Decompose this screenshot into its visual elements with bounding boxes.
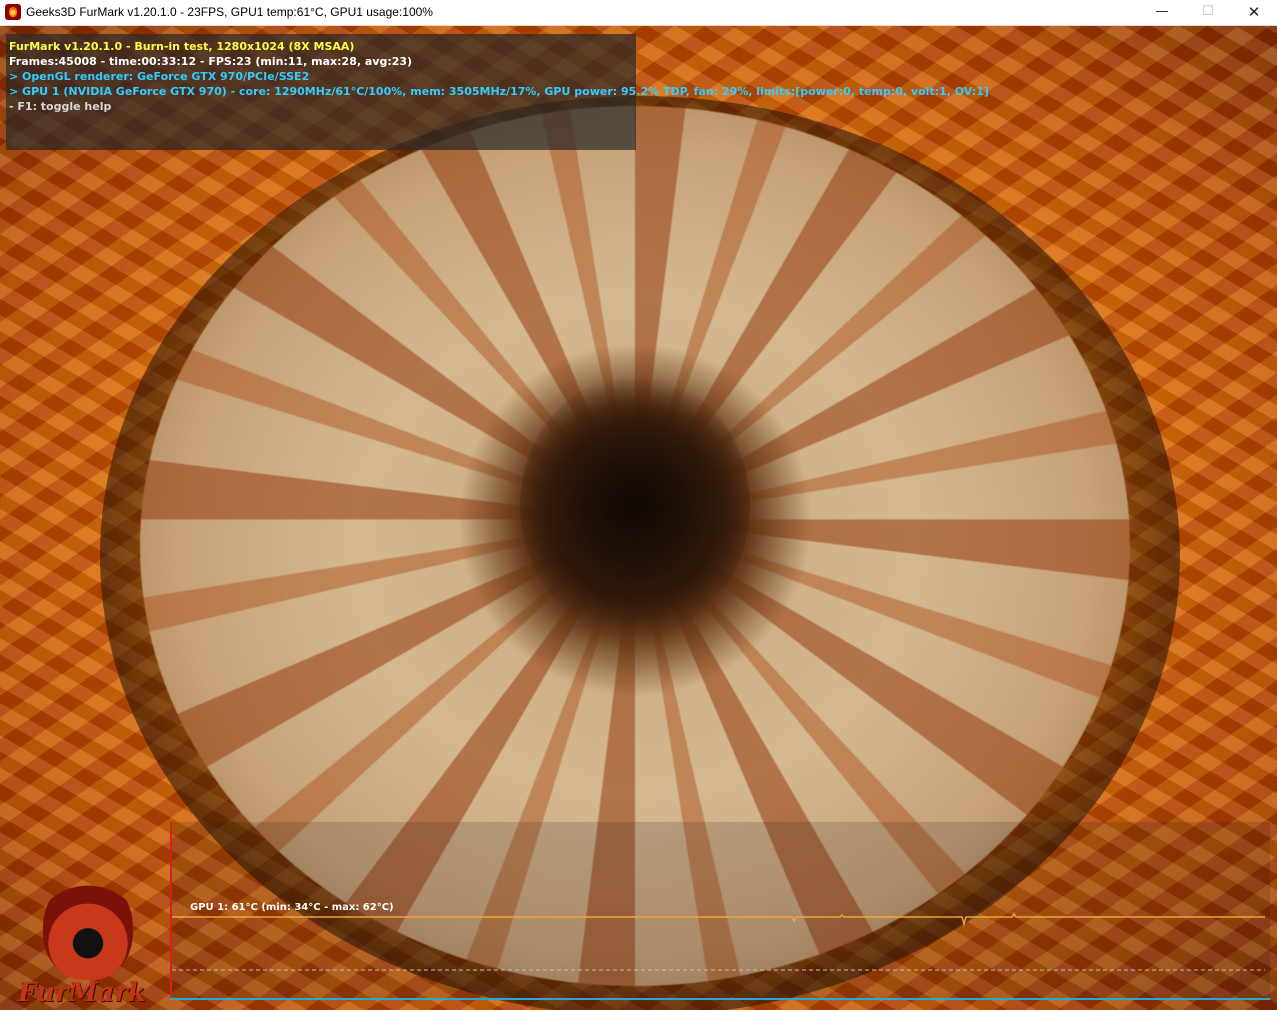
title-bar[interactable]: Geeks3D FurMark v1.20.1.0 - 23FPS, GPU1 … [0,0,1277,26]
furmark-window: Geeks3D FurMark v1.20.1.0 - 23FPS, GPU1 … [0,0,1277,1010]
osd-title-line: FurMark v1.20.1.0 - Burn-in test, 1280x1… [9,40,355,53]
minimize-button[interactable]: — [1139,0,1185,25]
close-button[interactable]: ✕ [1231,0,1277,25]
osd-gpu-line: > GPU 1 (NVIDIA GeForce GTX 970) - core:… [9,85,989,98]
temperature-line [172,912,1265,927]
maximize-button[interactable]: ☐ [1185,0,1231,25]
window-title: Geeks3D FurMark v1.20.1.0 - 23FPS, GPU1 … [26,5,433,19]
furmark-flame-icon[interactable] [5,4,21,20]
graph-x-axis [170,998,1270,1000]
logo-flame-icon [43,875,133,980]
osd-help-line: - F1: toggle help [9,100,112,113]
osd-stats-line: Frames:45008 - time:00:33:12 - FPS:23 (m… [9,55,413,68]
furmark-logo: FurMark [18,870,168,1010]
osd-renderer-line: > OpenGL renderer: GeForce GTX 970/PCIe/… [9,70,310,83]
temperature-line-svg [172,912,1265,971]
logo-text: FurMark [18,978,146,1008]
fur-center [520,376,750,636]
